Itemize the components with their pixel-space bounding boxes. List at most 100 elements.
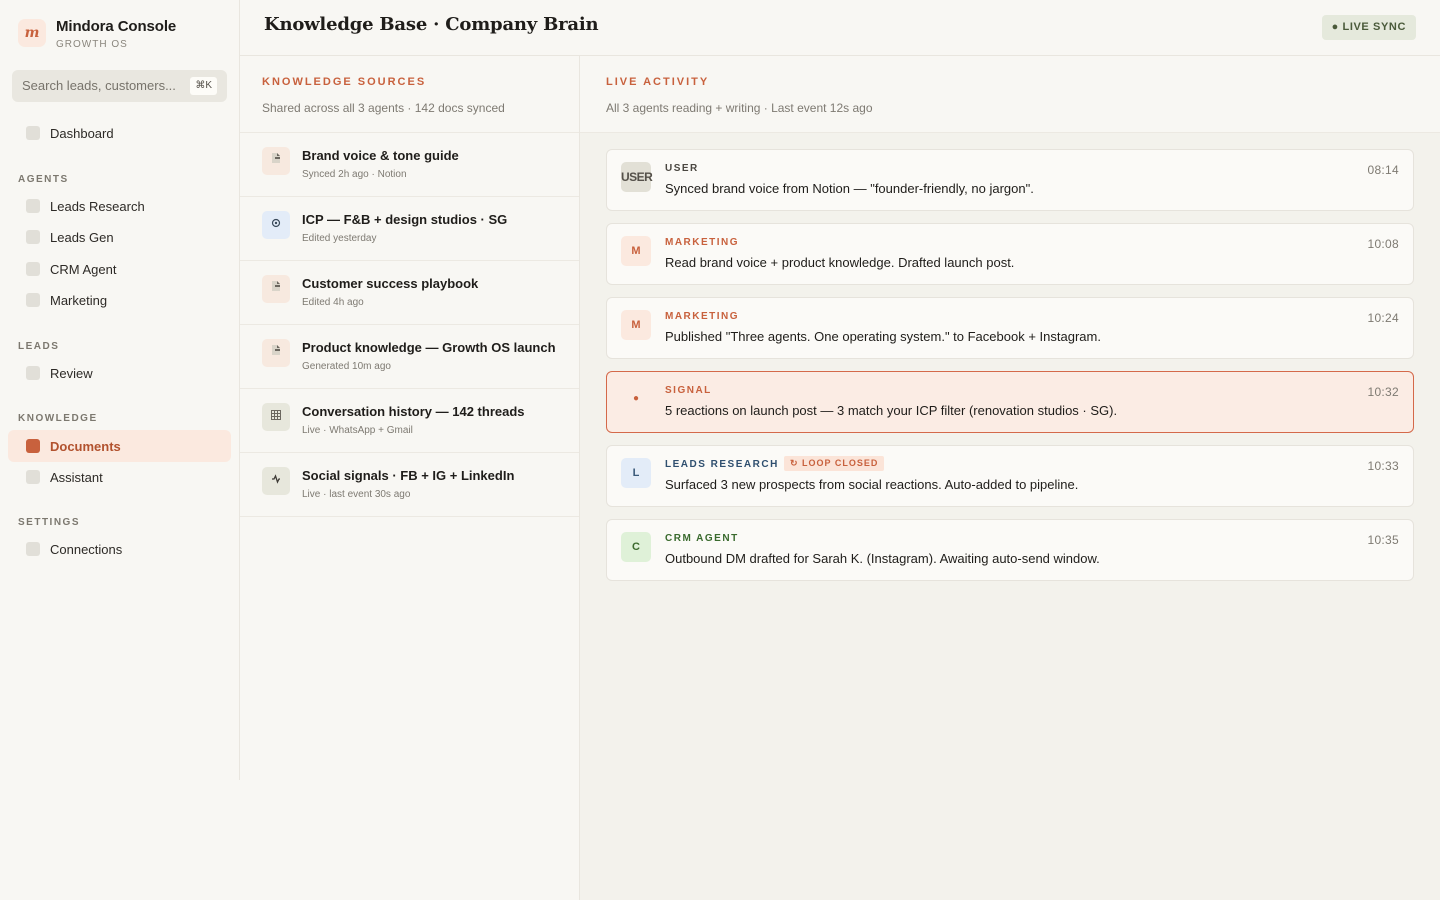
crm-agent-icon [26, 262, 40, 276]
event-time: 10:08 [1367, 237, 1399, 251]
activity-title: LIVE ACTIVITY [606, 76, 710, 88]
pulse-icon [262, 467, 290, 495]
event-agent: MARKETING [665, 311, 740, 322]
sidebar-item-label: Leads Gen [50, 229, 114, 245]
activity-feed: USER USER Synced brand voice from Notion… [606, 149, 1414, 593]
source-title: Social signals · FB + IG + LinkedIn [302, 468, 515, 483]
brand-name: Mindora Console [56, 18, 177, 35]
page-title: Knowledge Base · Company Brain [264, 14, 599, 35]
section-agents: AGENTS [18, 174, 69, 185]
sidebar-item-assistant[interactable]: Assistant [8, 461, 231, 493]
event-text: Synced brand voice from Notion — "founde… [665, 181, 1034, 196]
event-text: Outbound DM drafted for Sarah K. (Instag… [665, 551, 1100, 566]
activity-event[interactable]: C CRM AGENT Outbound DM drafted for Sara… [606, 519, 1414, 581]
source-meta: Live · WhatsApp + Gmail [302, 425, 413, 436]
sidebar-item-leads-research[interactable]: Leads Research [8, 190, 231, 222]
source-item[interactable]: Customer success playbook Edited 4h ago [240, 261, 579, 325]
event-text: Published "Three agents. One operating s… [665, 329, 1101, 344]
sidebar-item-documents[interactable]: Documents [8, 430, 231, 462]
activity-subtitle: All 3 agents reading + writing · Last ev… [606, 101, 873, 115]
source-meta: Edited 4h ago [302, 297, 364, 308]
documents-icon [26, 439, 40, 453]
source-title: Product knowledge — Growth OS launch [302, 340, 556, 355]
target-icon [262, 211, 290, 239]
source-item[interactable]: Brand voice & tone guide Synced 2h ago ·… [240, 133, 579, 197]
connections-icon [26, 542, 40, 556]
review-icon [26, 366, 40, 380]
event-agent: USER [665, 163, 699, 174]
sidebar-item-label: CRM Agent [50, 261, 117, 277]
event-agent: MARKETING [665, 237, 740, 248]
source-title: Brand voice & tone guide [302, 148, 459, 163]
sidebar-item-label: Leads Research [50, 198, 145, 214]
sources-subtitle: Shared across all 3 agents · 142 docs sy… [262, 101, 505, 115]
activity-event-signal[interactable]: ● SIGNAL 5 reactions on launch post — 3 … [606, 371, 1414, 433]
event-agent: CRM AGENT [665, 533, 739, 544]
activity-event[interactable]: USER USER Synced brand voice from Notion… [606, 149, 1414, 211]
sidebar-item-label: Connections [50, 541, 123, 557]
event-text: 5 reactions on launch post — 3 match you… [665, 403, 1118, 418]
source-title: ICP — F&B + design studios · SG [302, 212, 508, 227]
brand-subtitle: GROWTH OS [56, 39, 128, 50]
sidebar-item-label: Marketing [50, 292, 108, 308]
sidebar-item-leads-gen[interactable]: Leads Gen [8, 221, 231, 253]
sidebar-item-review[interactable]: Review [8, 357, 231, 389]
sidebar-item-connections[interactable]: Connections [8, 533, 231, 565]
sidebar-item-crm-agent[interactable]: CRM Agent [8, 253, 231, 285]
event-time: 10:33 [1367, 459, 1399, 473]
source-item[interactable]: ICP — F&B + design studios · SG Edited y… [240, 197, 579, 261]
source-meta: Edited yesterday [302, 233, 377, 244]
sidebar-item-label: Assistant [50, 469, 103, 485]
user-avatar: USER [621, 162, 653, 192]
document-icon [262, 339, 290, 367]
leads-research-icon [26, 199, 40, 213]
activity-event[interactable]: L LEADS RESEARCH ↻ LOOP CLOSED Surfaced … [606, 445, 1414, 507]
leads-gen-icon [26, 230, 40, 244]
event-agent: SIGNAL [665, 385, 712, 396]
activity-event[interactable]: M MARKETING Published "Three agents. One… [606, 297, 1414, 359]
section-leads: LEADS [18, 341, 60, 352]
live-activity-panel: LIVE ACTIVITY All 3 agents reading + wri… [580, 56, 1440, 900]
leads-research-avatar: L [621, 458, 651, 488]
source-meta: Generated 10m ago [302, 361, 391, 372]
brand-logo: m [18, 19, 46, 47]
sidebar-item-dashboard[interactable]: Dashboard [8, 117, 231, 149]
event-text: Surfaced 3 new prospects from social rea… [665, 477, 1079, 492]
sidebar-item-label: Dashboard [50, 125, 114, 141]
source-title: Conversation history — 142 threads [302, 404, 525, 419]
source-item[interactable]: Product knowledge — Growth OS launch Gen… [240, 325, 579, 389]
source-title: Customer success playbook [302, 276, 479, 291]
brand[interactable]: m Mindora Console GROWTH OS [18, 19, 176, 50]
activity-event[interactable]: M MARKETING Read brand voice + product k… [606, 223, 1414, 285]
signal-dot-icon: ● [632, 393, 640, 404]
search-shortcut: ⌘K [190, 77, 217, 95]
marketing-avatar: M [621, 236, 651, 266]
dashboard-icon [26, 126, 40, 140]
search-placeholder: Search leads, customers... [22, 78, 176, 93]
source-meta: Live · last event 30s ago [302, 489, 411, 500]
document-icon [262, 275, 290, 303]
event-time: 08:14 [1367, 163, 1399, 177]
event-time: 10:35 [1367, 533, 1399, 547]
page-header: Knowledge Base · Company Brain ● LIVE SY… [240, 0, 1440, 56]
search-input[interactable]: Search leads, customers... ⌘K [12, 70, 227, 102]
loop-closed-badge: ↻ LOOP CLOSED [784, 456, 885, 471]
marketing-avatar: M [621, 310, 651, 340]
live-sync-badge: ● LIVE SYNC [1321, 15, 1416, 40]
knowledge-sources-panel: KNOWLEDGE SOURCES Shared across all 3 ag… [240, 56, 580, 900]
sidebar-item-label: Documents [50, 438, 121, 454]
sources-title: KNOWLEDGE SOURCES [262, 76, 427, 88]
grid-icon [262, 403, 290, 431]
event-agent: LEADS RESEARCH [665, 459, 779, 470]
source-meta: Synced 2h ago · Notion [302, 169, 407, 180]
source-item[interactable]: Conversation history — 142 threads Live … [240, 389, 579, 453]
sidebar-item-marketing[interactable]: Marketing [8, 284, 231, 316]
event-time: 10:32 [1367, 385, 1399, 399]
event-time: 10:24 [1367, 311, 1399, 325]
section-knowledge: KNOWLEDGE [18, 413, 98, 424]
sidebar-item-label: Review [50, 365, 93, 381]
event-text: Read brand voice + product knowledge. Dr… [665, 255, 1015, 270]
sidebar: m Mindora Console GROWTH OS Search leads… [0, 0, 240, 780]
section-settings: SETTINGS [18, 517, 81, 528]
source-item[interactable]: Social signals · FB + IG + LinkedIn Live… [240, 453, 579, 517]
